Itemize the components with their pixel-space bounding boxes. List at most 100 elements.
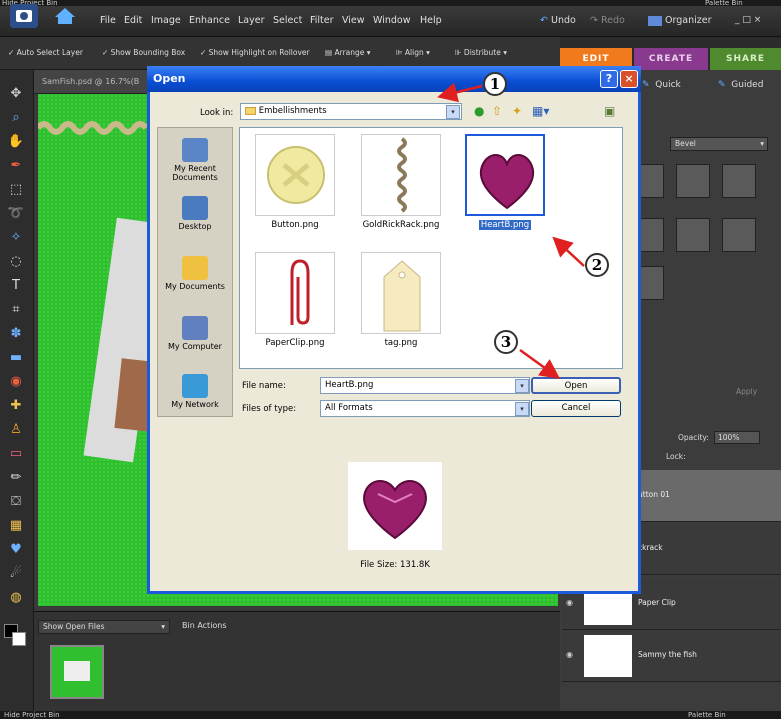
file-name[interactable]: tag.png bbox=[351, 338, 451, 348]
type-tool-icon[interactable]: T bbox=[6, 278, 26, 296]
file-thumbnail[interactable] bbox=[465, 134, 545, 216]
menu-select[interactable]: Select bbox=[273, 15, 302, 26]
tab-create[interactable]: CREATE bbox=[634, 48, 708, 70]
layer-visibility-icon[interactable]: ◉ bbox=[566, 650, 573, 659]
palette-bin-button[interactable]: Palette Bin bbox=[688, 711, 726, 719]
file-thumbnail[interactable] bbox=[255, 252, 335, 334]
open-file-thumbnail[interactable] bbox=[50, 645, 104, 699]
cookie-cutter-tool-icon[interactable]: ✽ bbox=[6, 326, 26, 344]
place-label: My Network bbox=[171, 400, 219, 409]
menu-edit[interactable]: Edit bbox=[124, 15, 142, 26]
guided-mode-button[interactable]: ✎ Guided bbox=[718, 80, 763, 90]
eraser-tool-icon[interactable]: ▭ bbox=[6, 446, 26, 464]
open-button[interactable]: Open bbox=[531, 377, 621, 394]
background-color-swatch[interactable] bbox=[12, 632, 26, 646]
menu-layer[interactable]: Layer bbox=[238, 15, 265, 26]
bevel-style-swatch[interactable] bbox=[722, 218, 756, 252]
show-open-files-dropdown[interactable]: Show Open Files ▾ bbox=[38, 620, 170, 634]
place-my-computer[interactable]: My Computer bbox=[157, 316, 233, 351]
tab-share[interactable]: SHARE bbox=[710, 48, 781, 70]
new-folder-icon[interactable]: ✦ bbox=[512, 104, 522, 118]
close-button[interactable]: × bbox=[620, 70, 638, 88]
look-in-dropdown[interactable]: Embellishments bbox=[240, 103, 462, 120]
distribute-button[interactable]: ⊪ Distribute ▾ bbox=[455, 48, 507, 57]
clone-stamp-tool-icon[interactable]: ♙ bbox=[6, 422, 26, 440]
cancel-button[interactable]: Cancel bbox=[531, 400, 621, 417]
file-type-chevron-down-icon[interactable]: ▾ bbox=[515, 402, 529, 416]
straighten-tool-icon[interactable]: ▬ bbox=[6, 350, 26, 368]
auto-select-checkbox[interactable]: ✓ Auto Select Layer bbox=[8, 48, 83, 57]
redo-button[interactable]: ↷ Redo bbox=[590, 15, 625, 26]
file-thumbnail[interactable] bbox=[361, 134, 441, 216]
place-icon bbox=[182, 138, 208, 162]
brush-tool-icon[interactable]: ✏ bbox=[6, 470, 26, 488]
menu-image[interactable]: Image bbox=[151, 15, 181, 26]
file-type-dropdown[interactable]: All Formats bbox=[320, 400, 530, 417]
menu-help[interactable]: Help bbox=[420, 15, 442, 26]
sponge-tool-icon[interactable]: ◍ bbox=[6, 590, 26, 608]
place-my-documents[interactable]: My Documents bbox=[157, 256, 233, 291]
file-name[interactable]: GoldRickRack.png bbox=[351, 220, 451, 230]
file-thumbnail[interactable] bbox=[361, 252, 441, 334]
home-icon[interactable] bbox=[52, 5, 78, 27]
eyedropper-tool-icon[interactable]: ✒ bbox=[6, 158, 26, 176]
highlight-checkbox[interactable]: ✓ Show Highlight on Rollover bbox=[200, 48, 310, 57]
bevel-style-swatch[interactable] bbox=[676, 164, 710, 198]
marquee-tool-icon[interactable]: ⬚ bbox=[6, 182, 26, 200]
file-name[interactable]: PaperClip.png bbox=[245, 338, 345, 348]
spot-healing-tool-icon[interactable]: ✚ bbox=[6, 398, 26, 416]
back-icon[interactable]: ● bbox=[474, 104, 484, 118]
hide-project-bin-button[interactable]: Hide Project Bin bbox=[4, 711, 60, 719]
place-icon bbox=[182, 256, 208, 280]
shape-tool-icon[interactable]: ♥ bbox=[6, 542, 26, 560]
magic-wand-tool-icon[interactable]: ✧ bbox=[6, 230, 26, 248]
file-name[interactable]: HeartB.png bbox=[455, 220, 555, 230]
menu-window[interactable]: Window bbox=[373, 15, 410, 26]
lasso-tool-icon[interactable]: ➰ bbox=[6, 206, 26, 224]
place-my-network[interactable]: My Network bbox=[157, 374, 233, 409]
view-menu-icon[interactable]: ▦▾ bbox=[532, 104, 549, 118]
menu-view[interactable]: View bbox=[342, 15, 365, 26]
undo-button[interactable]: ↶ Undo bbox=[540, 15, 576, 26]
look-in-chevron-down-icon[interactable]: ▾ bbox=[446, 105, 460, 119]
place-desktop[interactable]: Desktop bbox=[157, 196, 233, 231]
file-name-field[interactable]: HeartB.png bbox=[320, 377, 530, 394]
bin-actions-menu[interactable]: Bin Actions bbox=[182, 621, 227, 630]
apply-button[interactable]: Apply bbox=[736, 387, 757, 396]
file-thumbnail[interactable] bbox=[255, 134, 335, 216]
crop-tool-icon[interactable]: ⌗ bbox=[6, 302, 26, 320]
effect-style-dropdown[interactable]: Bevel ▾ bbox=[670, 137, 768, 151]
zoom-tool-icon[interactable]: ⌕ bbox=[6, 110, 26, 128]
layer-row[interactable]: ◉ Sammy the fish bbox=[562, 630, 781, 682]
red-eye-tool-icon[interactable]: ◉ bbox=[6, 374, 26, 392]
smudge-tool-icon[interactable]: ☄ bbox=[6, 566, 26, 584]
paint-bucket-tool-icon[interactable]: ⛋ bbox=[6, 494, 26, 512]
preview-icon[interactable]: ▣ bbox=[604, 104, 615, 118]
place-icon bbox=[182, 196, 208, 220]
selection-brush-tool-icon[interactable]: ◌ bbox=[6, 254, 26, 272]
hand-tool-icon[interactable]: ✋ bbox=[6, 134, 26, 152]
quick-mode-button[interactable]: ✎ Quick bbox=[642, 80, 681, 90]
file-name-chevron-down-icon[interactable]: ▾ bbox=[515, 379, 529, 393]
bevel-style-swatch[interactable] bbox=[676, 218, 710, 252]
bounding-box-checkbox[interactable]: ✓ Show Bounding Box bbox=[102, 48, 185, 57]
help-button[interactable]: ? bbox=[600, 70, 618, 88]
file-type-label: Files of type: bbox=[242, 404, 297, 414]
menu-filter[interactable]: Filter bbox=[310, 15, 334, 26]
file-preview bbox=[348, 462, 442, 550]
bevel-style-swatch[interactable] bbox=[722, 164, 756, 198]
callout-3: 3 bbox=[494, 330, 518, 354]
file-name[interactable]: Button.png bbox=[245, 220, 345, 230]
layer-visibility-icon[interactable]: ◉ bbox=[566, 598, 573, 607]
place-my-recent-documents[interactable]: My Recent Documents bbox=[157, 138, 233, 182]
organizer-button[interactable]: Organizer bbox=[648, 15, 712, 26]
menu-file[interactable]: File bbox=[100, 15, 116, 26]
window-controls[interactable]: _ □ × bbox=[735, 15, 761, 25]
opacity-field[interactable]: 100% bbox=[714, 431, 760, 444]
move-tool-icon[interactable]: ✥ bbox=[6, 86, 26, 104]
up-folder-icon[interactable]: ⇧ bbox=[492, 104, 502, 118]
menu-enhance[interactable]: Enhance bbox=[189, 15, 230, 26]
gradient-tool-icon[interactable]: ▦ bbox=[6, 518, 26, 536]
arrange-button[interactable]: ▤ Arrange ▾ bbox=[325, 48, 371, 57]
align-button[interactable]: ⊫ Align ▾ bbox=[396, 48, 430, 57]
